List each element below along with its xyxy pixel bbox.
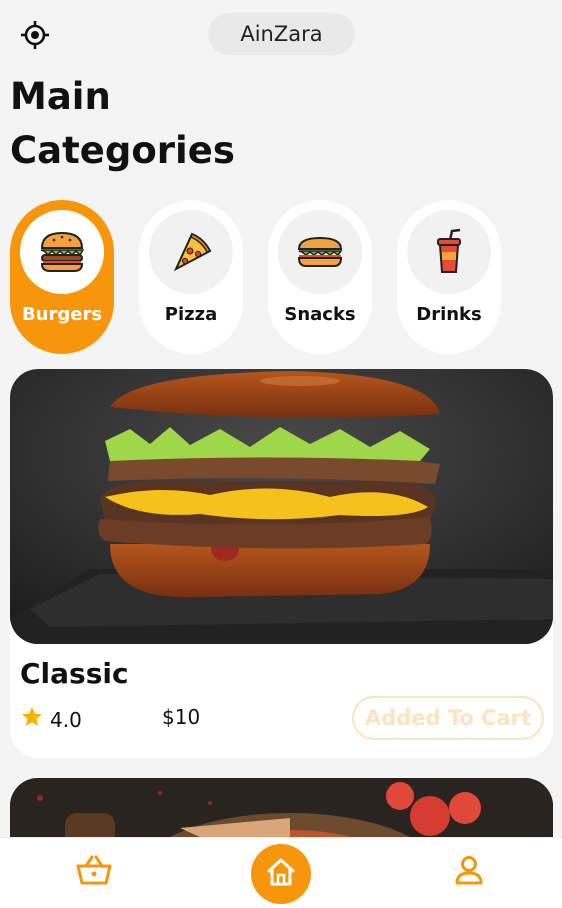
product-price: $10 (162, 705, 201, 729)
sandwich-icon (278, 210, 362, 294)
product-name: Classic (20, 657, 129, 690)
burger-icon (20, 210, 104, 294)
add-to-cart-button[interactable]: Added To Cart (352, 696, 544, 740)
category-list: Burgers Pizza Snacks Drinks (10, 200, 562, 354)
star-icon (20, 705, 44, 734)
title-line-2: Categories (10, 129, 235, 172)
category-label: Snacks (284, 304, 356, 325)
crosshair-icon[interactable] (20, 20, 50, 50)
page-title: Main Categories (10, 70, 310, 178)
home-button[interactable] (251, 844, 311, 904)
category-label: Drinks (416, 304, 482, 325)
category-drinks[interactable]: Drinks (397, 200, 501, 354)
user-icon[interactable] (449, 850, 489, 890)
bottom-navigation (0, 837, 562, 908)
category-pizza[interactable]: Pizza (139, 200, 243, 354)
basket-icon[interactable] (74, 850, 114, 890)
soda-cup-icon (407, 210, 491, 294)
category-label: Pizza (164, 304, 218, 325)
city-label: AinZara (240, 22, 323, 46)
category-burgers[interactable]: Burgers (10, 200, 114, 354)
rating-value: 4.0 (50, 707, 82, 732)
product-rating: 4.0 (20, 705, 82, 734)
pizza-icon (149, 210, 233, 294)
city-selector[interactable]: AinZara (208, 13, 355, 55)
category-label: Burgers (21, 304, 103, 325)
burger-photo (10, 369, 553, 644)
cart-button-label: Added To Cart (364, 706, 532, 730)
home-icon (266, 857, 296, 891)
category-snacks[interactable]: Snacks (268, 200, 372, 354)
title-line-1: Main (10, 75, 111, 118)
top-bar: AinZara (0, 0, 562, 70)
product-card[interactable]: Classic 4.0 $10 Added To Cart (10, 369, 553, 758)
